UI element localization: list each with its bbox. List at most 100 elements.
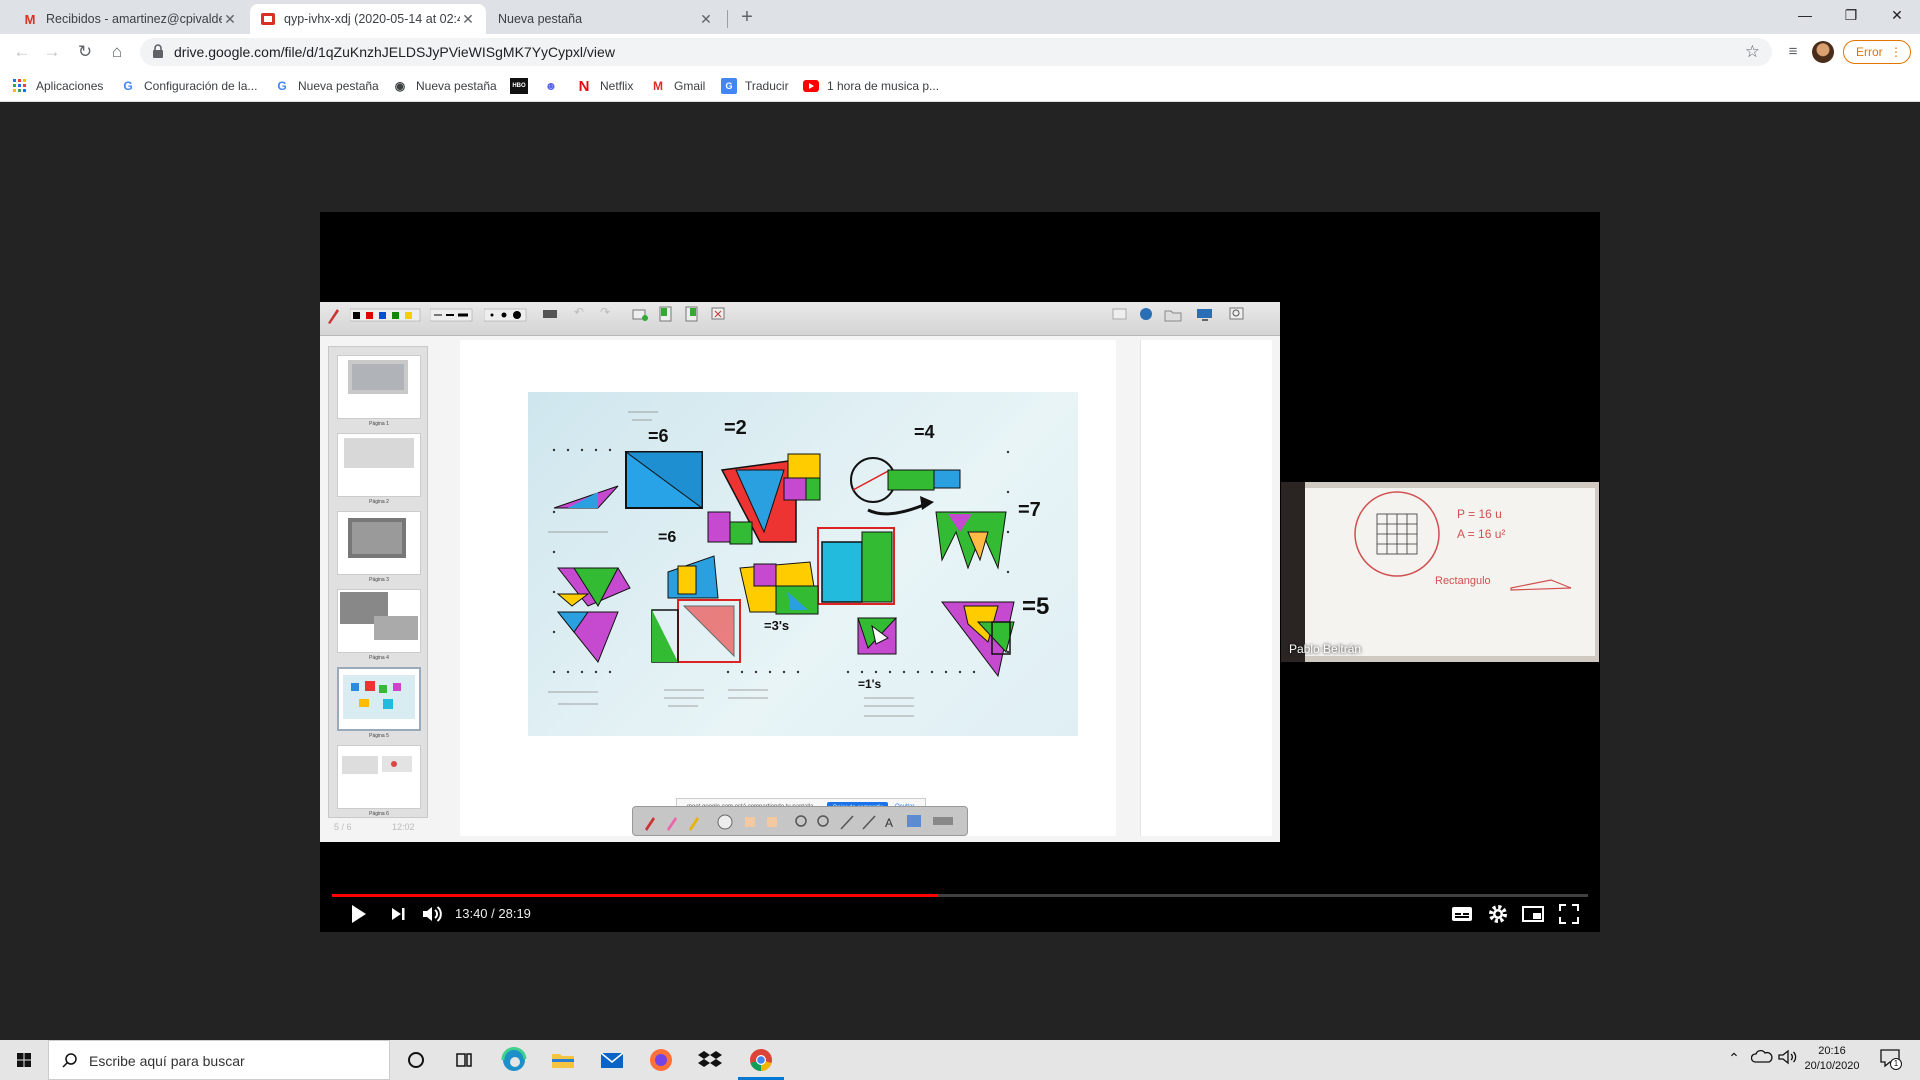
bookmark-new-tab-1[interactable]: G Nueva pestaña bbox=[274, 77, 378, 95]
clock-date: 20/10/2020 bbox=[1804, 1060, 1860, 1072]
notification-center-button[interactable]: 1 bbox=[1876, 1046, 1904, 1073]
thumbnail-label: Página 4 bbox=[369, 655, 389, 661]
color-palette bbox=[349, 305, 422, 333]
bookmark-netflix[interactable]: N Netflix bbox=[576, 77, 634, 95]
volume-icon bbox=[423, 906, 442, 922]
participant-video-tile: P = 16 u A = 16 u² Rectangulo Pablo Belt… bbox=[1281, 482, 1599, 662]
gear-icon bbox=[1489, 905, 1507, 923]
taskbar-clock[interactable]: 20:16 20/10/2020 bbox=[1800, 1045, 1864, 1072]
menu-dots-icon: ⋮ bbox=[1890, 45, 1902, 59]
bookmark-translate[interactable]: G Traducir bbox=[721, 77, 789, 95]
taskbar-firefox[interactable] bbox=[647, 1046, 675, 1074]
taskbar-file-explorer[interactable] bbox=[549, 1046, 577, 1074]
volume-tray-icon[interactable] bbox=[1776, 1048, 1800, 1069]
participant-camera-feed: P = 16 u A = 16 u² Rectangulo bbox=[1281, 482, 1599, 662]
bookmark-star-icon[interactable]: ☆ bbox=[1745, 42, 1760, 62]
reading-list-icon[interactable]: ≡ bbox=[1781, 40, 1805, 64]
address-bar[interactable]: drive.google.com/file/d/1qZuKnzhJELDSJyP… bbox=[140, 38, 1772, 66]
bookmark-youtube[interactable]: 1 hora de musica p... bbox=[803, 77, 939, 95]
bookmark-hbo[interactable]: HBO bbox=[510, 77, 536, 95]
tab-new[interactable]: Nueva pestaña ✕ bbox=[488, 4, 724, 34]
tab-drive-video[interactable]: qyp-ivhx-xdj (2020-05-14 at 02:4 ✕ bbox=[250, 4, 486, 34]
bookmark-new-tab-2[interactable]: ◉ Nueva pestaña bbox=[392, 77, 497, 95]
bookmark-label: Traducir bbox=[745, 79, 789, 93]
reload-icon[interactable]: ↻ bbox=[73, 40, 97, 64]
page-indicator: 5 / 6 bbox=[334, 822, 352, 832]
home-icon[interactable]: ⌂ bbox=[105, 40, 129, 64]
subtitles-icon bbox=[1452, 907, 1472, 921]
taskbar-mail[interactable] bbox=[598, 1046, 626, 1074]
equation-text: =6 bbox=[658, 529, 676, 546]
edge-icon bbox=[501, 1047, 527, 1071]
thumbnail-page-6 bbox=[337, 745, 421, 809]
fullscreen-button[interactable] bbox=[1557, 902, 1581, 926]
start-button[interactable] bbox=[10, 1046, 38, 1074]
profile-error-button[interactable]: Error ⋮ bbox=[1843, 40, 1911, 64]
next-video-button[interactable] bbox=[386, 902, 410, 926]
taskbar-chrome[interactable] bbox=[747, 1046, 775, 1074]
bookmark-config[interactable]: G Configuración de la... bbox=[120, 77, 257, 95]
task-view-icon bbox=[456, 1053, 472, 1067]
forward-icon[interactable]: → bbox=[40, 40, 64, 64]
equation-text: =5 bbox=[1022, 593, 1049, 620]
tab-close-icon[interactable]: ✕ bbox=[698, 11, 714, 28]
url-text: drive.google.com/file/d/1qZuKnzhJELDSJyP… bbox=[174, 44, 615, 60]
tab-gmail[interactable]: M Recibidos - amartinez@cpivalde ✕ bbox=[12, 4, 248, 34]
taskbar-search-box[interactable]: Escribe aquí para buscar bbox=[48, 1040, 390, 1080]
settings-button[interactable] bbox=[1486, 902, 1510, 926]
apps-grid-icon bbox=[12, 78, 28, 94]
clock-time: 20:16 bbox=[1818, 1045, 1846, 1057]
video-progress-bar[interactable] bbox=[332, 894, 1588, 897]
camera-note: A = 16 u² bbox=[1457, 527, 1505, 541]
fullscreen-icon bbox=[1559, 904, 1579, 924]
thumbnail-label: Página 3 bbox=[369, 577, 389, 583]
back-icon[interactable]: ← bbox=[10, 40, 34, 64]
taskbar-edge[interactable] bbox=[500, 1046, 528, 1074]
tab-close-icon[interactable]: ✕ bbox=[460, 11, 476, 28]
pen-tool-icon bbox=[326, 305, 340, 333]
volume-button[interactable] bbox=[420, 902, 444, 926]
video-progress-fill bbox=[332, 894, 939, 897]
eraser-icon bbox=[542, 305, 558, 333]
cortana-button[interactable] bbox=[402, 1046, 430, 1074]
new-tab-button[interactable]: + bbox=[735, 6, 759, 30]
bookmark-discord[interactable]: ☻ bbox=[543, 77, 567, 95]
thumbnail-label: Página 5 bbox=[369, 733, 389, 739]
chrome-icon bbox=[750, 1049, 772, 1071]
show-desktop-icon bbox=[1196, 305, 1214, 333]
bookmark-apps[interactable]: Aplicaciones bbox=[12, 77, 103, 95]
translate-icon: G bbox=[721, 78, 737, 94]
equation-text: =1's bbox=[858, 677, 882, 691]
close-window-button[interactable]: ✕ bbox=[1874, 0, 1920, 30]
undo-icon: ↶ bbox=[574, 305, 585, 319]
tray-expand-icon[interactable]: ⌃ bbox=[1726, 1050, 1742, 1067]
thumbnail-page-1 bbox=[337, 355, 421, 419]
lock-icon bbox=[153, 44, 163, 58]
miniplayer-button[interactable] bbox=[1521, 902, 1545, 926]
equation-text: =4 bbox=[914, 422, 935, 442]
google-icon: G bbox=[277, 79, 287, 93]
bookmark-label: Configuración de la... bbox=[144, 79, 258, 93]
play-button[interactable] bbox=[346, 902, 370, 926]
bookmarks-bar: Aplicaciones G Configuración de la... G Nu… bbox=[0, 70, 1920, 102]
onedrive-icon[interactable] bbox=[1750, 1048, 1774, 1069]
thumbnail-label: Página 6 bbox=[369, 811, 389, 817]
equation-text: =7 bbox=[1018, 499, 1041, 521]
task-view-button[interactable] bbox=[450, 1046, 478, 1074]
camera-note: Rectangulo bbox=[1435, 575, 1491, 587]
tab-title: qyp-ivhx-xdj (2020-05-14 at 02:4 bbox=[284, 12, 460, 26]
equation-text: =2 bbox=[724, 417, 747, 439]
tab-close-icon[interactable]: ✕ bbox=[222, 11, 238, 28]
subtitles-button[interactable] bbox=[1450, 902, 1474, 926]
video-time: 13:40 / 28:19 bbox=[455, 906, 531, 921]
maximize-button[interactable]: ❐ bbox=[1828, 0, 1874, 30]
minimize-button[interactable]: — bbox=[1782, 0, 1828, 30]
taskbar-dropbox[interactable] bbox=[696, 1046, 724, 1074]
whiteboard-toolbar: ↶ ↷ bbox=[320, 302, 1280, 336]
delete-page-icon bbox=[710, 305, 726, 333]
avatar[interactable] bbox=[1812, 41, 1834, 63]
pen-mode-icon bbox=[1112, 305, 1128, 333]
google-icon: G bbox=[123, 79, 133, 93]
bookmark-gmail[interactable]: M Gmail bbox=[650, 77, 705, 95]
camera-note: P = 16 u bbox=[1457, 507, 1502, 521]
